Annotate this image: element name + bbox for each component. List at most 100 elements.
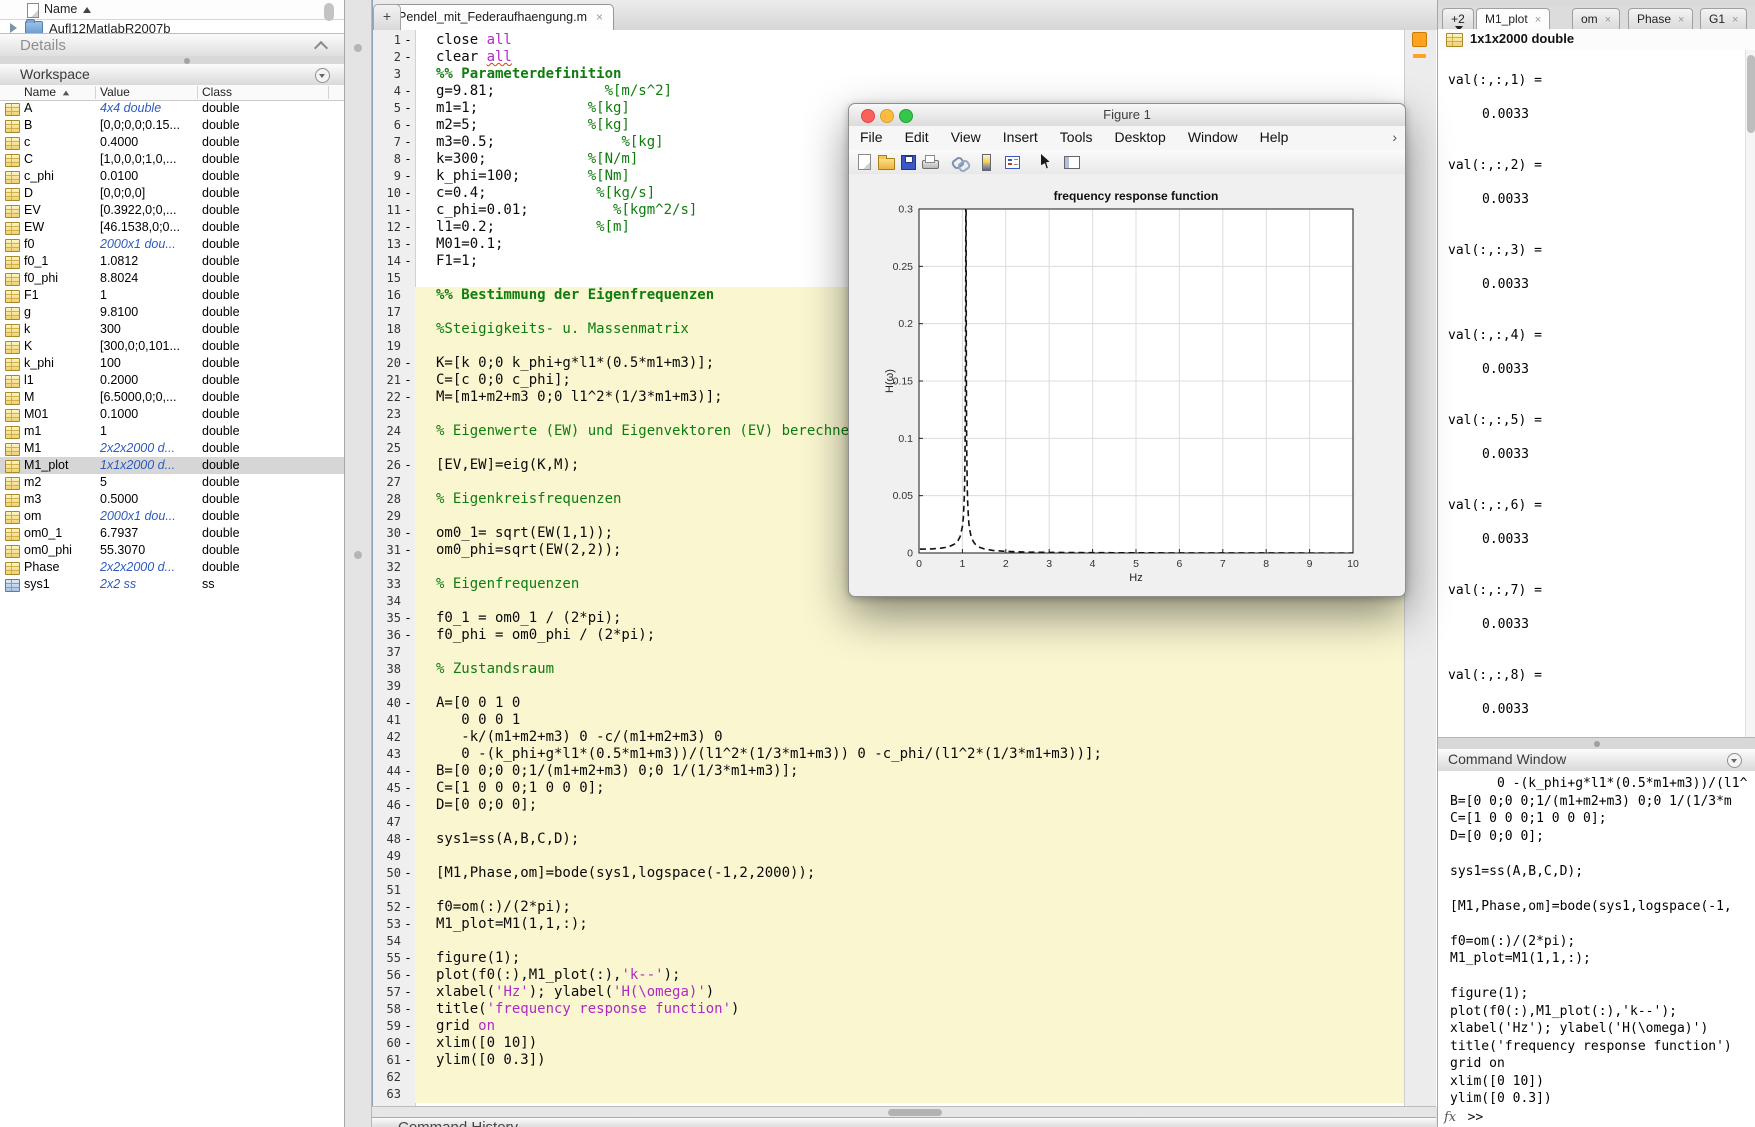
- workspace-row[interactable]: m25double: [0, 474, 344, 491]
- executable-marker: -: [401, 202, 415, 219]
- menu-overflow-icon[interactable]: ›: [1392, 129, 1397, 145]
- workspace-menu-button[interactable]: [315, 68, 330, 83]
- scrollbar-thumb[interactable]: [888, 1109, 942, 1116]
- vertical-splitter[interactable]: [345, 0, 372, 1127]
- link-plot-icon[interactable]: [951, 153, 969, 171]
- workspace-row[interactable]: f02000x1 dou...double: [0, 236, 344, 253]
- workspace-row[interactable]: om0_phi55.3070double: [0, 542, 344, 559]
- workspace-row[interactable]: B[0,0;0,0;0.15...double: [0, 117, 344, 134]
- workspace-row[interactable]: f0_11.0812double: [0, 253, 344, 270]
- line-number: 53: [373, 916, 401, 933]
- mini-scrollbar-thumb[interactable]: [324, 3, 334, 21]
- workspace-row[interactable]: C[1,0,0,0;1,0,...double: [0, 151, 344, 168]
- close-icon[interactable]: ×: [596, 10, 603, 24]
- close-icon[interactable]: ×: [1678, 14, 1684, 26]
- editor-tab[interactable]: Pendel_mit_Federaufhaengung.m×: [387, 4, 614, 30]
- column-header-name[interactable]: Name: [24, 85, 70, 99]
- insert-colorbar-icon[interactable]: [977, 153, 995, 171]
- workspace-row[interactable]: Phase2x2x2000 d...double: [0, 559, 344, 576]
- menu-edit[interactable]: Edit: [894, 129, 940, 145]
- workspace-row[interactable]: m30.5000double: [0, 491, 344, 508]
- editor-line: 53-M1_plot=M1(1,1,:);: [373, 916, 1437, 933]
- document-tab-om[interactable]: om×: [1572, 8, 1620, 30]
- current-folder-column-header[interactable]: Name: [0, 0, 344, 20]
- insert-legend-icon[interactable]: [1003, 153, 1021, 171]
- variable-value: 1: [100, 423, 200, 440]
- workspace-row[interactable]: f0_phi8.8024double: [0, 270, 344, 287]
- line-number: 45: [373, 780, 401, 797]
- command-history-titlebar[interactable]: Command History: [372, 1117, 1436, 1127]
- workspace-row[interactable]: k300double: [0, 321, 344, 338]
- executable-marker: [401, 508, 415, 525]
- warning-marker[interactable]: [1413, 54, 1426, 58]
- workspace-row[interactable]: K[300,0;0,101...double: [0, 338, 344, 355]
- scrollbar-thumb[interactable]: [1747, 55, 1755, 133]
- menu-file[interactable]: File: [849, 129, 894, 145]
- column-header-value[interactable]: Value: [100, 85, 130, 99]
- details-bar[interactable]: Details: [0, 33, 344, 58]
- editor-message-indicator-bar[interactable]: [1404, 30, 1436, 1107]
- variable-values-panel[interactable]: val(:,:,1) =0.0033val(:,:,2) =0.0033val(…: [1438, 50, 1755, 737]
- editor-line: 51: [373, 882, 1437, 899]
- workspace-row[interactable]: c_phi0.0100double: [0, 168, 344, 185]
- svg-text:4: 4: [1090, 558, 1096, 570]
- menu-help[interactable]: Help: [1249, 129, 1300, 145]
- workspace-row[interactable]: A4x4 doubledouble: [0, 100, 344, 117]
- workspace-row[interactable]: M12x2x2000 d...double: [0, 440, 344, 457]
- print-icon[interactable]: [921, 153, 939, 171]
- open-folder-icon[interactable]: [877, 153, 895, 171]
- figure-titlebar[interactable]: Figure 1: [849, 104, 1405, 127]
- close-icon[interactable]: ×: [1535, 14, 1541, 26]
- menu-view[interactable]: View: [940, 129, 992, 145]
- editor-line: 62: [373, 1069, 1437, 1086]
- chevron-up-icon[interactable]: [314, 41, 328, 55]
- new-tab-button[interactable]: +: [373, 4, 401, 30]
- save-icon[interactable]: [899, 153, 917, 171]
- command-window-menu-button[interactable]: [1727, 753, 1742, 768]
- workspace-row[interactable]: c0.4000double: [0, 134, 344, 151]
- values-scrollbar[interactable]: [1745, 50, 1755, 737]
- documents-overflow-tab[interactable]: +2: [1442, 8, 1474, 30]
- workspace-row[interactable]: l10.2000double: [0, 372, 344, 389]
- workspace-row[interactable]: M[6.5000,0;0,...double: [0, 389, 344, 406]
- workspace-row[interactable]: k_phi100double: [0, 355, 344, 372]
- command-prompt[interactable]: fx >>: [1444, 1108, 1483, 1124]
- workspace-row[interactable]: M010.1000double: [0, 406, 344, 423]
- line-number: 52: [373, 899, 401, 916]
- document-tab-G1[interactable]: G1×: [1700, 8, 1747, 30]
- command-window[interactable]: 0 -(k_phi+g*l1*(0.5*m1+m3))/(l1^ B=[0 0;…: [1438, 771, 1755, 1127]
- workspace-row[interactable]: om2000x1 dou...double: [0, 508, 344, 525]
- workspace-row[interactable]: D[0,0;0,0]double: [0, 185, 344, 202]
- close-icon[interactable]: ×: [1732, 14, 1738, 26]
- executable-marker: [401, 729, 415, 746]
- line-number: 14: [373, 253, 401, 270]
- figure-window[interactable]: Figure 1 FileEditViewInsertToolsDesktopW…: [848, 103, 1406, 597]
- folder-row[interactable]: Aufl12MatlabR2007b: [10, 20, 170, 33]
- column-header-class[interactable]: Class: [202, 85, 232, 99]
- disclosure-triangle-icon[interactable]: [10, 23, 17, 33]
- workspace-row[interactable]: EV[0.3922,0;0,...double: [0, 202, 344, 219]
- workspace-row[interactable]: g9.8100double: [0, 304, 344, 321]
- menu-window[interactable]: Window: [1177, 129, 1249, 145]
- close-icon[interactable]: ×: [1605, 14, 1611, 26]
- workspace-row[interactable]: sys12x2 ssss: [0, 576, 344, 593]
- workspace-row[interactable]: M1_plot1x1x2000 d...double: [0, 457, 344, 474]
- warning-status-square[interactable]: [1412, 32, 1427, 47]
- workspace-row[interactable]: F11double: [0, 287, 344, 304]
- workspace-row[interactable]: om0_16.7937double: [0, 525, 344, 542]
- line-number: 36: [373, 627, 401, 644]
- document-tab-M1_plot[interactable]: M1_plot×: [1476, 8, 1550, 30]
- plot-browser-icon[interactable]: [1063, 153, 1081, 171]
- variable-value: [0.3922,0;0,...: [100, 202, 200, 219]
- new-document-icon[interactable]: [855, 153, 873, 171]
- variable-name: om0_1: [24, 525, 62, 542]
- workspace-row[interactable]: m11double: [0, 423, 344, 440]
- workspace-row[interactable]: EW[46.1538,0;0...double: [0, 219, 344, 236]
- editor-line: 49: [373, 848, 1437, 865]
- menu-tools[interactable]: Tools: [1049, 129, 1104, 145]
- document-tab-Phase[interactable]: Phase×: [1628, 8, 1693, 30]
- edit-plot-cursor-icon[interactable]: [1037, 153, 1055, 171]
- menu-insert[interactable]: Insert: [992, 129, 1049, 145]
- variable-name: C: [24, 151, 33, 168]
- menu-desktop[interactable]: Desktop: [1103, 129, 1176, 145]
